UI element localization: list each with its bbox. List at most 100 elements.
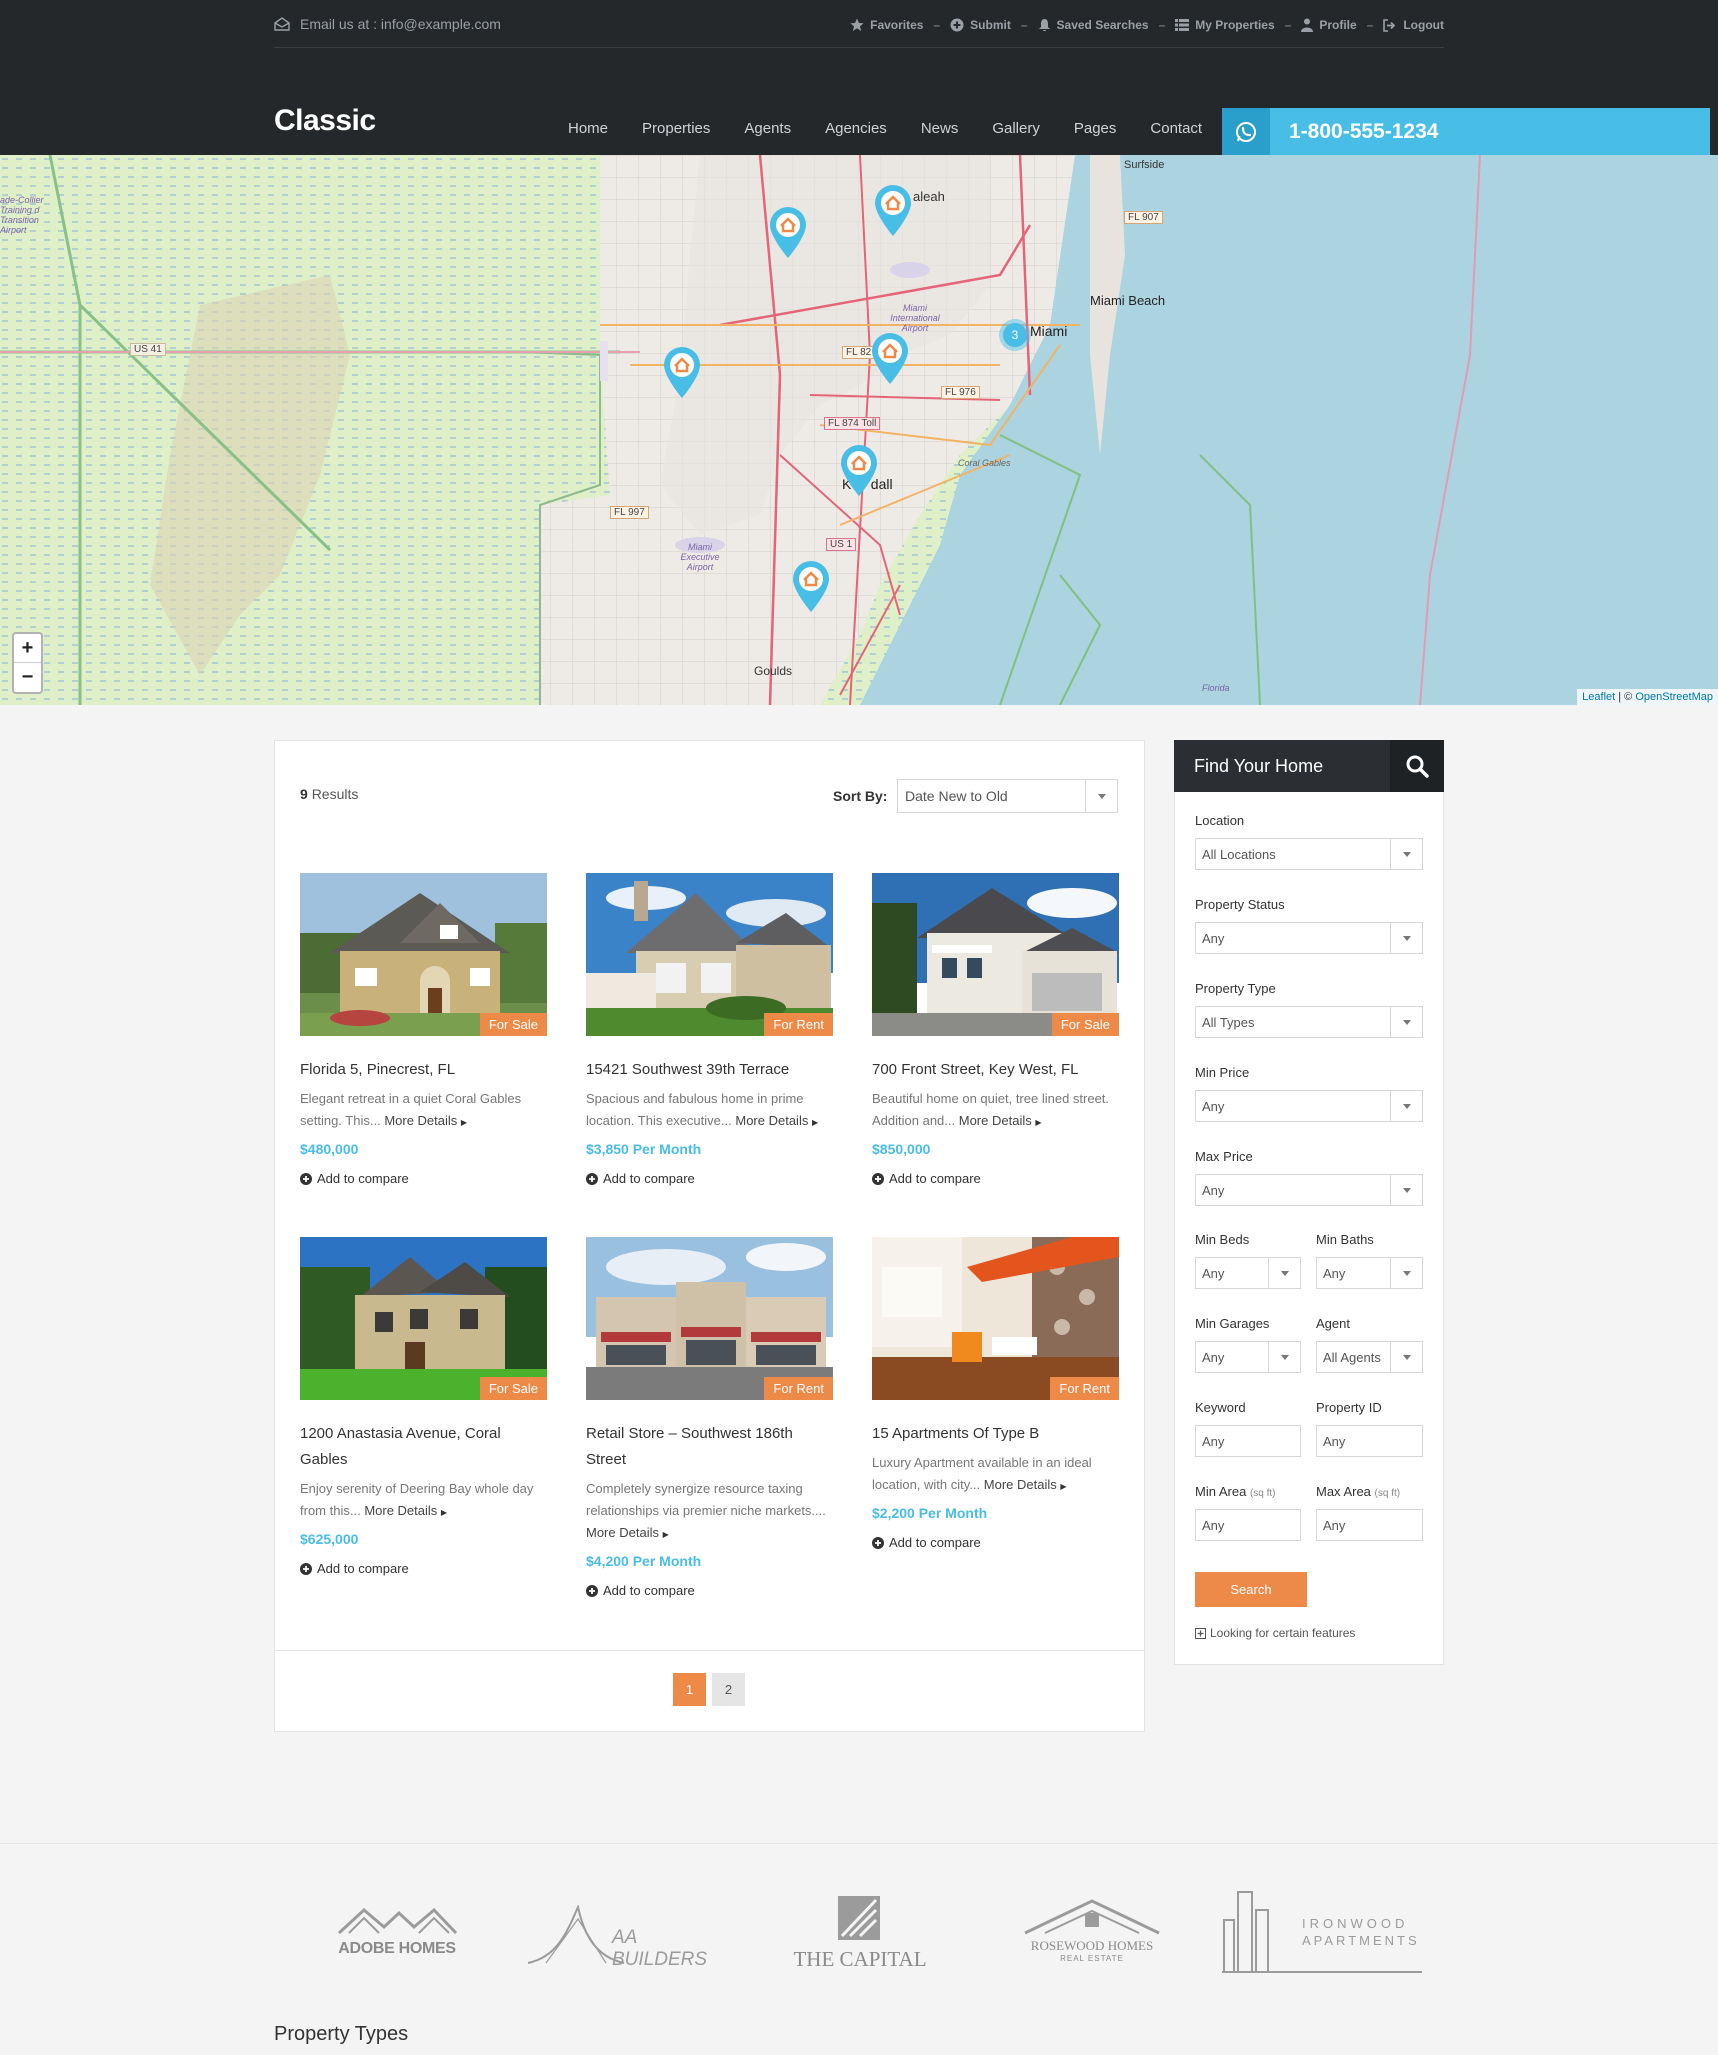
min-area-input[interactable]: Any: [1195, 1509, 1301, 1541]
rosewood-homes-logo[interactable]: ROSEWOOD HOMES REAL ESTATE: [1021, 1895, 1163, 1967]
add-to-compare[interactable]: Add to compare: [586, 1583, 833, 1598]
property-description: Elegant retreat in a quiet Coral Gables …: [300, 1088, 547, 1134]
add-to-compare[interactable]: Add to compare: [872, 1171, 1119, 1186]
min-area-value: Any: [1202, 1518, 1225, 1533]
osm-link[interactable]: OpenStreetMap: [1635, 691, 1713, 703]
submit-label: Submit: [970, 18, 1011, 32]
add-to-compare[interactable]: Add to compare: [300, 1561, 547, 1576]
page-1-button[interactable]: 1: [673, 1673, 706, 1706]
logout-link[interactable]: Logout: [1383, 18, 1444, 32]
more-details-link[interactable]: More Details: [384, 1113, 457, 1128]
phone-banner[interactable]: 1-800-555-1234: [1222, 108, 1710, 155]
property-marker[interactable]: [873, 183, 913, 242]
property-title[interactable]: 15 Apartments Of Type B: [872, 1421, 1119, 1447]
min-garages-select[interactable]: Any: [1195, 1341, 1301, 1373]
area-unit: (sq ft): [1249, 1488, 1276, 1499]
marker-cluster[interactable]: 3: [999, 319, 1031, 351]
property-marker[interactable]: [870, 331, 910, 390]
property-photo[interactable]: For Rent: [872, 1237, 1119, 1400]
property-type-select[interactable]: All Types: [1195, 1006, 1423, 1038]
plus-circle-icon: [586, 1172, 598, 1185]
min-baths-select[interactable]: Any: [1316, 1257, 1423, 1289]
property-price: $3,850 Per Month: [586, 1141, 702, 1157]
more-details-link[interactable]: More Details: [364, 1503, 437, 1518]
chevron-down-icon: [1390, 1091, 1422, 1121]
more-details-link[interactable]: More Details: [735, 1113, 808, 1128]
max-price-select[interactable]: Any: [1195, 1174, 1423, 1206]
the-capital-logo[interactable]: THE CAPITAL: [790, 1896, 930, 1971]
zoom-in-button[interactable]: +: [14, 634, 41, 663]
min-price-select[interactable]: Any: [1195, 1090, 1423, 1122]
property-description: Spacious and fabulous home in prime loca…: [586, 1088, 833, 1134]
bell-icon: [1038, 19, 1050, 32]
saved-searches-link[interactable]: Saved Searches: [1038, 18, 1149, 32]
properties-map[interactable]: Surfside aleah Miami Beach Miami K dall …: [0, 155, 1718, 705]
agent-select[interactable]: All Agents: [1316, 1341, 1423, 1373]
site-logo[interactable]: Classic: [274, 104, 376, 138]
property-card: For Sale 700 Front Street, Key West, FL …: [872, 873, 1119, 1186]
property-photo[interactable]: For Rent: [586, 873, 833, 1036]
zoom-out-button[interactable]: −: [14, 663, 41, 692]
leaflet-link[interactable]: Leaflet: [1582, 691, 1615, 703]
property-photo[interactable]: For Sale: [300, 1237, 547, 1400]
property-marker[interactable]: [662, 345, 702, 404]
saved-searches-label: Saved Searches: [1056, 18, 1149, 32]
adobe-homes-logo[interactable]: ADOBE HOMES: [334, 1905, 460, 1965]
more-details-link[interactable]: More Details: [959, 1113, 1032, 1128]
property-title[interactable]: Retail Store – Southwest 186th Street: [586, 1421, 833, 1473]
sort-label: Sort By:: [833, 788, 888, 804]
property-id-input[interactable]: Any: [1316, 1425, 1423, 1457]
min-beds-select[interactable]: Any: [1195, 1257, 1301, 1289]
description-text: Luxury Apartment available in an ideal l…: [872, 1455, 1092, 1492]
ironwood-apartments-logo[interactable]: IRONWOOD APARTMENTS: [1222, 1890, 1422, 1974]
more-details-link[interactable]: More Details: [984, 1477, 1057, 1492]
property-description: Completely synergize resource taxing rel…: [586, 1478, 833, 1546]
map-label-mia-airport: Miami International Airport: [890, 303, 940, 333]
max-area-input[interactable]: Any: [1316, 1509, 1423, 1541]
keyword-label: Keyword: [1195, 1400, 1246, 1415]
apartments-text: APARTMENTS: [1302, 1933, 1420, 1948]
profile-link[interactable]: Profile: [1301, 18, 1357, 32]
map-shield-fl874: FL 874 Toll: [824, 417, 881, 430]
chevron-down-icon: [1390, 923, 1422, 953]
nav-contact[interactable]: Contact: [1150, 120, 1202, 137]
nav-properties[interactable]: Properties: [642, 120, 710, 137]
property-title[interactable]: 1200 Anastasia Avenue, Coral Gables: [300, 1421, 547, 1473]
add-to-compare[interactable]: Add to compare: [872, 1535, 1119, 1550]
property-photo[interactable]: For Sale: [300, 873, 547, 1036]
submit-link[interactable]: Submit: [950, 18, 1011, 32]
search-icon[interactable]: [1390, 740, 1444, 792]
keyword-input[interactable]: Any: [1195, 1425, 1301, 1457]
page-2-button[interactable]: 2: [712, 1673, 745, 1706]
aa-builders-logo[interactable]: AA BUILDERS: [526, 1903, 732, 1970]
more-details-link[interactable]: More Details: [586, 1525, 659, 1540]
nav-agents[interactable]: Agents: [744, 120, 791, 137]
property-title[interactable]: 700 Front Street, Key West, FL: [872, 1057, 1119, 1083]
favorites-link[interactable]: Favorites: [850, 18, 923, 32]
agent-value: All Agents: [1323, 1350, 1381, 1365]
sort-select[interactable]: Date New to Old: [897, 779, 1118, 813]
nav-pages[interactable]: Pages: [1074, 120, 1117, 137]
property-title[interactable]: Florida 5, Pinecrest, FL: [300, 1057, 547, 1083]
property-marker[interactable]: [768, 205, 808, 264]
property-photo[interactable]: For Sale: [872, 873, 1119, 1036]
property-card: For Sale Florida 5, Pinecrest, FL Elegan…: [300, 873, 547, 1186]
my-properties-link[interactable]: My Properties: [1175, 18, 1275, 32]
property-photo[interactable]: For Rent: [586, 1237, 833, 1400]
location-select[interactable]: All Locations: [1195, 838, 1423, 870]
property-marker[interactable]: [791, 559, 831, 618]
add-to-compare[interactable]: Add to compare: [300, 1171, 547, 1186]
property-marker[interactable]: [839, 443, 879, 502]
nav-gallery[interactable]: Gallery: [992, 120, 1040, 137]
nav-agencies[interactable]: Agencies: [825, 120, 887, 137]
email-info[interactable]: Email us at : info@example.com: [274, 16, 501, 32]
property-status-select[interactable]: Any: [1195, 922, 1423, 954]
nav-news[interactable]: News: [921, 120, 959, 137]
aa-builders-text: AA BUILDERS: [612, 1927, 708, 1970]
search-button[interactable]: Search: [1195, 1572, 1307, 1607]
add-to-compare[interactable]: Add to compare: [586, 1171, 833, 1186]
property-title[interactable]: 15421 Southwest 39th Terrace: [586, 1057, 833, 1083]
map-label-miami: Miami: [1030, 323, 1068, 339]
nav-home[interactable]: Home: [568, 120, 608, 137]
features-toggle[interactable]: Looking for certain features: [1195, 1626, 1355, 1640]
